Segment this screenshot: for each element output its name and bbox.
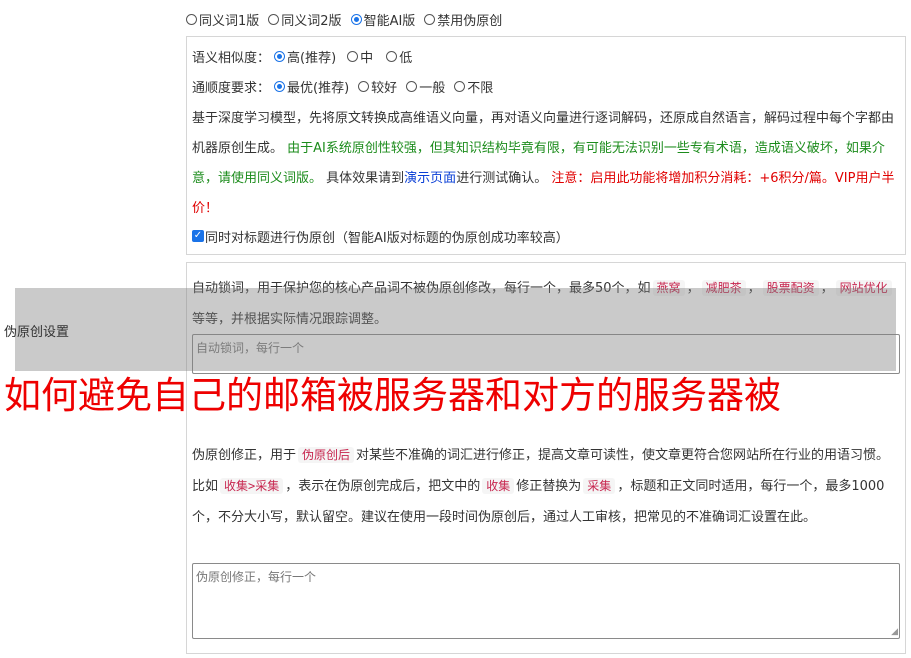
radio-icon[interactable] bbox=[386, 50, 398, 62]
textarea-placeholder: 伪原创修正，每行一个 bbox=[196, 570, 317, 584]
correction-text: ，表示在伪原创完成后，把文中的 bbox=[285, 479, 481, 494]
radio-icon[interactable] bbox=[358, 80, 370, 92]
example-tag: 伪原创后 bbox=[298, 447, 355, 463]
fluency-normal[interactable]: 一般 bbox=[406, 77, 445, 96]
radio-selected-icon[interactable] bbox=[350, 13, 362, 25]
correction-textarea[interactable]: 伪原创修正，每行一个 ◢ bbox=[192, 563, 900, 639]
rewrite-settings-label: 伪原创设置 bbox=[4, 325, 70, 340]
correction-description: 伪原创修正，用于 伪原创后 对某些不准确的词汇进行修正，提高文章可读性，使文章更符合… bbox=[192, 440, 900, 533]
mode-disabled[interactable]: 禁用伪原创 bbox=[424, 10, 502, 29]
option-label: 高(推荐) bbox=[287, 50, 337, 66]
example-tag: 收集 bbox=[482, 478, 515, 494]
resize-handle-icon[interactable]: ◢ bbox=[891, 628, 898, 637]
description-text: 进行测试确认。 bbox=[456, 171, 548, 186]
description-text: 具体效果请到 bbox=[326, 171, 405, 186]
similarity-low[interactable]: 低 bbox=[386, 47, 412, 66]
similarity-high[interactable]: 高(推荐) bbox=[274, 47, 336, 66]
overlay-band bbox=[15, 288, 896, 371]
fluency-unlimited[interactable]: 不限 bbox=[454, 77, 493, 96]
checkbox-checked-icon[interactable]: ✓ bbox=[192, 230, 204, 242]
title-rewrite-label: 同时对标题进行伪原创（智能AI版对标题的伪原创成功率较高） bbox=[205, 230, 569, 246]
fluency-row: 通顺度要求： 最优(推荐) 较好 一般 不限 bbox=[192, 75, 502, 97]
option-label: 不限 bbox=[467, 80, 494, 96]
option-label: 中 bbox=[360, 50, 374, 66]
similarity-row: 语义相似度： 高(推荐) 中 低 bbox=[192, 45, 421, 67]
rewrite-mode-group: 同义词1版 同义词2版 智能AI版 禁用伪原创 bbox=[186, 8, 511, 30]
option-label: 一般 bbox=[419, 80, 446, 96]
mode-synonym-v1[interactable]: 同义词1版 bbox=[186, 10, 259, 29]
radio-icon[interactable] bbox=[424, 13, 436, 25]
fluency-label: 通顺度要求： bbox=[192, 80, 271, 96]
radio-icon[interactable] bbox=[406, 80, 418, 92]
example-tag: 采集 bbox=[583, 478, 616, 494]
fluency-good[interactable]: 较好 bbox=[358, 77, 397, 96]
fluency-best[interactable]: 最优(推荐) bbox=[274, 77, 349, 96]
similarity-label: 语义相似度： bbox=[192, 50, 271, 66]
radio-icon[interactable] bbox=[454, 80, 466, 92]
ai-description: 基于深度学习模型，先将原文转换成高维语义向量，再对语义向量进行逐词解码，还原成自… bbox=[192, 104, 900, 224]
title-rewrite-option[interactable]: ✓ 同时对标题进行伪原创（智能AI版对标题的伪原创成功率较高） bbox=[192, 225, 569, 247]
mode-label: 同义词2版 bbox=[281, 13, 342, 29]
radio-selected-icon[interactable] bbox=[274, 80, 286, 92]
radio-icon[interactable] bbox=[347, 50, 359, 62]
similarity-medium[interactable]: 中 bbox=[347, 47, 373, 66]
radio-selected-icon[interactable] bbox=[274, 50, 286, 62]
overlay-headline: 如何避免自己的邮箱被服务器和对方的服务器被 bbox=[4, 374, 781, 417]
mode-synonym-v2[interactable]: 同义词2版 bbox=[268, 10, 342, 29]
mode-label: 智能AI版 bbox=[363, 13, 416, 29]
option-label: 低 bbox=[399, 50, 413, 66]
mode-ai[interactable]: 智能AI版 bbox=[350, 10, 416, 29]
demo-page-link[interactable]: 演示页面 bbox=[404, 171, 456, 186]
radio-icon[interactable] bbox=[268, 13, 280, 25]
correction-text: 伪原创修正，用于 bbox=[192, 448, 297, 463]
example-tag: 收集>采集 bbox=[220, 478, 284, 494]
option-label: 最优(推荐) bbox=[287, 80, 350, 96]
radio-icon[interactable] bbox=[186, 13, 197, 25]
option-label: 较好 bbox=[371, 80, 398, 96]
mode-label: 禁用伪原创 bbox=[437, 13, 503, 29]
correction-text: 修正替换为 bbox=[516, 479, 582, 494]
mode-label: 同义词1版 bbox=[199, 13, 260, 29]
ai-settings-panel: 语义相似度： 高(推荐) 中 低 通顺度要求： 最优(推荐) 较好 一般 不限 … bbox=[186, 36, 906, 255]
